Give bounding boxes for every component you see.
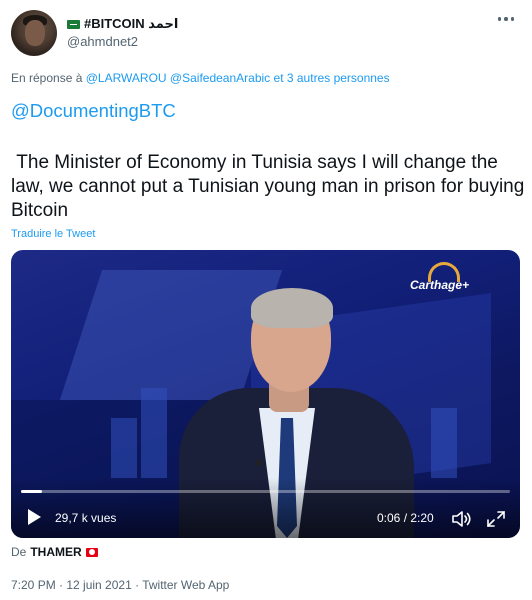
volume-icon[interactable] — [451, 511, 473, 527]
display-name-row[interactable]: #BITCOIN احمد — [67, 16, 178, 32]
attribution-prefix: De — [11, 545, 27, 559]
video-time: 0:06 / 2:20 — [377, 511, 434, 525]
display-name[interactable]: #BITCOIN احمد — [84, 16, 178, 32]
reply-context: En réponse à @LARWAROU @SaifedeanArabic … — [11, 71, 390, 85]
avatar-face — [25, 20, 45, 46]
reply-prefix: En réponse à — [11, 71, 83, 85]
video-subject-hair — [251, 288, 333, 328]
video-controls-shade — [11, 478, 520, 538]
saudi-flag-icon — [67, 19, 80, 29]
background-building — [431, 408, 457, 478]
lapel-mic — [255, 460, 261, 466]
channel-logo: Carthage+ — [410, 262, 490, 302]
user-handle[interactable]: @ahmdnet2 — [67, 34, 138, 49]
avatar[interactable] — [11, 10, 57, 56]
attribution-author[interactable]: THAMER — [30, 545, 81, 559]
fullscreen-icon[interactable] — [487, 511, 505, 527]
reply-others-link[interactable]: 3 autres personnes — [287, 71, 390, 85]
tweet-timestamp[interactable]: 7:20 PM · 12 juin 2021 · Twitter Web App — [11, 578, 229, 592]
video-attribution: De THAMER — [11, 545, 98, 559]
video-player[interactable]: Carthage+ 29,7 k vues 0:06 / 2:20 — [11, 250, 520, 538]
tweet-header: #BITCOIN احمد @ahmdnet2 — [11, 10, 521, 58]
video-background — [59, 270, 283, 400]
background-building — [141, 388, 167, 478]
play-icon[interactable] — [26, 508, 44, 526]
reply-and: et — [273, 71, 284, 85]
tweet-text: The Minister of Economy in Tunisia says … — [11, 152, 530, 221]
background-building — [111, 418, 137, 478]
video-progress-fill — [21, 490, 43, 493]
translate-link[interactable]: Traduire le Tweet — [11, 228, 95, 240]
more-horizontal-icon[interactable] — [495, 12, 517, 26]
tunisia-flag-icon — [85, 547, 98, 557]
view-count: 29,7 k vues — [55, 511, 117, 525]
channel-logo-text: Carthage+ — [410, 278, 470, 292]
tweet-mention[interactable]: @DocumentingBTC — [11, 100, 176, 122]
video-progress-bar[interactable] — [21, 490, 510, 493]
reply-to-users[interactable]: @LARWAROU @SaifedeanArabic — [86, 71, 270, 85]
